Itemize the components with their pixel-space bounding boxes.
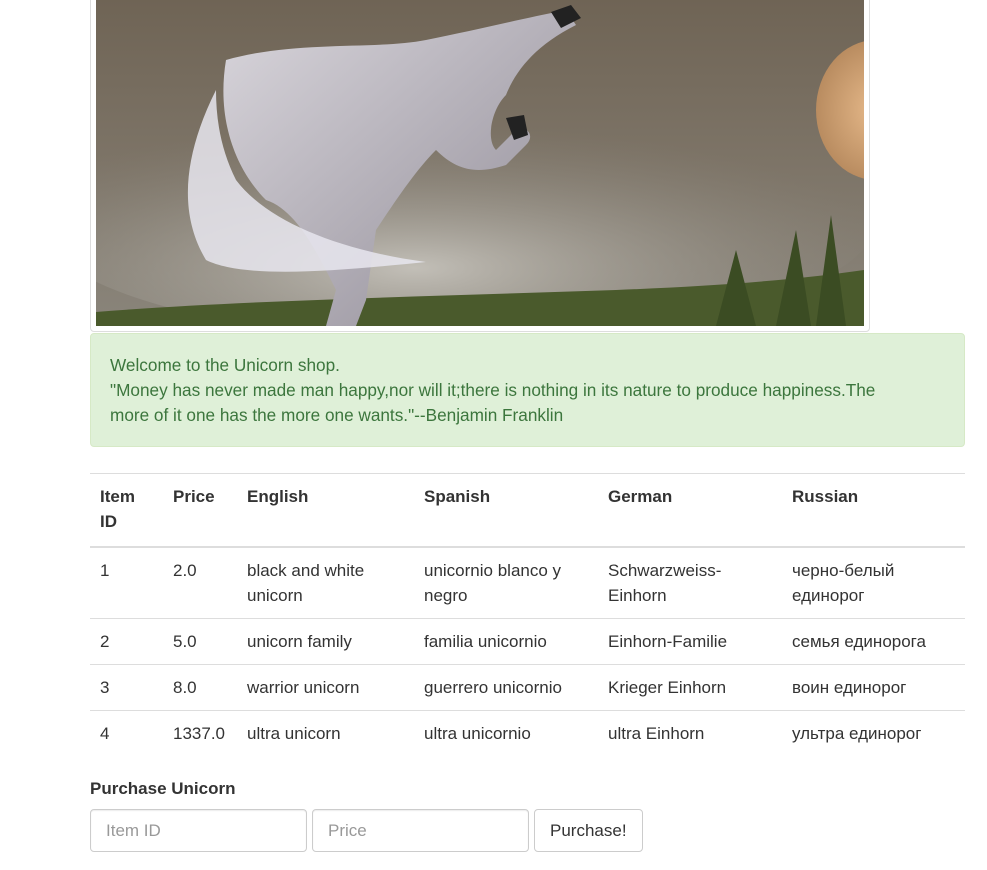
cell-russian: черно-белый единорог [792, 561, 895, 605]
header-german: German [598, 473, 782, 548]
unicorn-image [96, 0, 864, 326]
header-price: Price [163, 473, 237, 548]
table-row: 2 5.0 unicorn family familia unicornio E… [90, 618, 965, 665]
cell-spanish: ultra unicornio [414, 710, 598, 756]
cell-english: ultra unicorn [237, 710, 414, 756]
cell-russian: воин единорог [782, 664, 965, 711]
quote-text: "Money has never made man happy,nor will… [110, 380, 876, 425]
cell-spanish: guerrero unicornio [414, 664, 598, 711]
cell-russian: ультра единорог [782, 710, 965, 756]
cell-german: Krieger Einhorn [598, 664, 782, 711]
cell-german: Schwarzweiss-Einhorn [608, 561, 722, 605]
cell-russian: семья единорога [782, 618, 965, 665]
cell-english: black and white unicorn [247, 561, 365, 605]
header-russian: Russian [782, 473, 965, 548]
cell-price: 1337.0 [163, 710, 237, 756]
cell-english: warrior unicorn [237, 664, 414, 711]
table-row: 3 8.0 warrior unicorn guerrero unicornio… [90, 664, 965, 711]
cell-id: 3 [90, 664, 163, 711]
hero-image [90, 0, 870, 332]
cell-price: 2.0 [173, 561, 197, 580]
cell-english: unicorn family [237, 618, 414, 665]
cell-price: 5.0 [163, 618, 237, 665]
page: Welcome to the Unicorn shop. "Money has … [0, 0, 987, 870]
cell-german: Einhorn-Familie [598, 618, 782, 665]
unicorn-table: Item ID Price English Spanish German Rus… [90, 473, 965, 756]
cell-german: ultra Einhorn [598, 710, 782, 756]
cell-id: 1 [100, 561, 110, 580]
item-id-input[interactable] [90, 809, 307, 852]
welcome-text: Welcome to the Unicorn shop. [110, 355, 340, 375]
welcome-alert: Welcome to the Unicorn shop. "Money has … [90, 333, 965, 447]
cell-id: 2 [90, 618, 163, 665]
cell-spanish: unicornio blanco y negro [424, 561, 562, 605]
header-item-id: Item ID [90, 473, 163, 548]
cell-spanish: familia unicornio [414, 618, 598, 665]
cell-id: 4 [90, 710, 163, 756]
purchase-form: Purchase! [90, 809, 643, 852]
price-input[interactable] [312, 809, 529, 852]
purchase-title: Purchase Unicorn [90, 779, 236, 798]
purchase-button[interactable]: Purchase! [534, 809, 643, 852]
header-english: English [237, 473, 414, 548]
table-row: 4 1337.0 ultra unicorn ultra unicornio u… [90, 710, 965, 756]
cell-price: 8.0 [163, 664, 237, 711]
table-header-row: Item ID Price English Spanish German Rus… [90, 473, 965, 548]
header-spanish: Spanish [414, 473, 598, 548]
table-row: 1 2.0 black and white unicorn unicornio … [90, 547, 965, 619]
